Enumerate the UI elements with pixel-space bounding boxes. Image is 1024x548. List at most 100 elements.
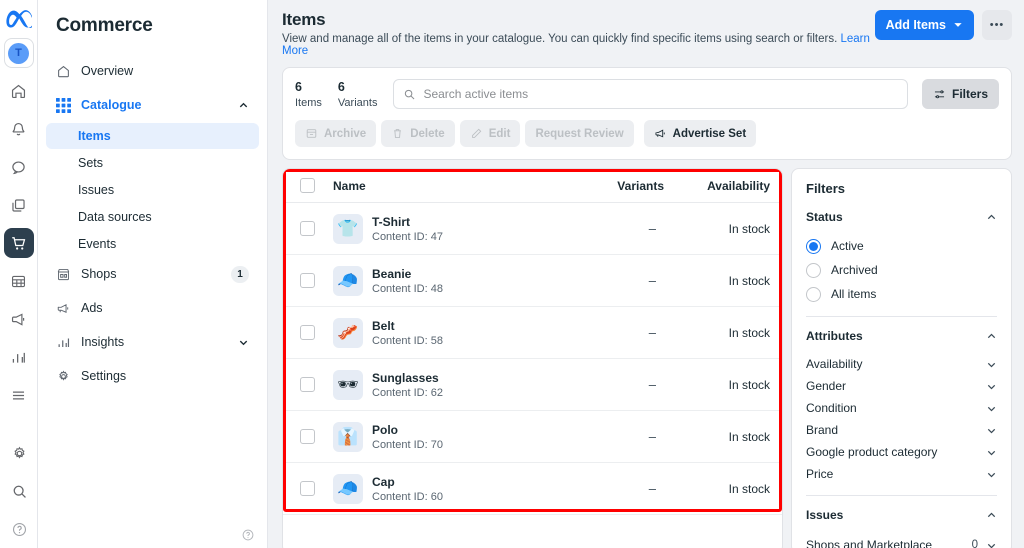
- attribute-condition-label: Condition: [806, 401, 857, 415]
- pages-icon[interactable]: [4, 190, 34, 220]
- row-name-text: Belt Content ID: 58: [372, 319, 443, 347]
- sidebar-item-events[interactable]: Events: [46, 231, 259, 257]
- issue-shops-and-marketplace[interactable]: Shops and Marketplace 0: [806, 534, 997, 548]
- row-select-cell: [283, 273, 331, 288]
- chevron-down-icon[interactable]: [986, 469, 997, 480]
- search-icon: [403, 88, 416, 101]
- chevron-down-icon[interactable]: [986, 403, 997, 414]
- help-icon[interactable]: [241, 528, 255, 542]
- menu-icon[interactable]: [4, 380, 34, 410]
- filters-attributes-section-header[interactable]: Attributes: [806, 329, 997, 343]
- megaphone-icon: [654, 127, 667, 140]
- chevron-down-icon[interactable]: [986, 381, 997, 392]
- request-review-button[interactable]: Request Review: [525, 120, 634, 147]
- add-items-button[interactable]: Add Items: [874, 10, 974, 40]
- items-count-label: Items: [295, 96, 322, 109]
- row-name-cell: 🧢 Cap Content ID: 60: [331, 473, 562, 504]
- meta-logo[interactable]: [5, 10, 32, 28]
- row-checkbox[interactable]: [299, 377, 315, 392]
- table-row[interactable]: 🧢 Cap Content ID: 60 – In stock: [283, 463, 782, 515]
- filters-status-section-header[interactable]: Status: [806, 210, 997, 224]
- sidebar-item-catalogue[interactable]: Catalogue: [46, 89, 259, 121]
- table-icon[interactable]: [4, 266, 34, 296]
- sidebar-item-sets[interactable]: Sets: [46, 150, 259, 176]
- home-icon[interactable]: [4, 76, 34, 106]
- bell-icon[interactable]: [4, 114, 34, 144]
- attribute-condition[interactable]: Condition: [806, 397, 997, 419]
- attribute-brand[interactable]: Brand: [806, 419, 997, 441]
- sidebar-item-insights[interactable]: Insights: [46, 326, 259, 358]
- attribute-price-label: Price: [806, 467, 834, 481]
- attribute-gender[interactable]: Gender: [806, 375, 997, 397]
- chevron-down-icon[interactable]: [986, 425, 997, 436]
- row-checkbox[interactable]: [299, 273, 315, 288]
- content-row: Name Variants Availability 👕 T-Shirt Con…: [282, 168, 1012, 548]
- status-option-archived[interactable]: Archived: [806, 258, 997, 282]
- sidebar-item-settings[interactable]: Settings: [46, 360, 259, 392]
- table-row[interactable]: 🥓 Belt Content ID: 58 – In stock: [283, 307, 782, 359]
- table-row[interactable]: 👔 Polo Content ID: 70 – In stock: [283, 411, 782, 463]
- row-checkbox[interactable]: [299, 325, 315, 340]
- messages-icon[interactable]: [4, 152, 34, 182]
- chevron-up-icon[interactable]: [238, 100, 249, 111]
- avatar[interactable]: T: [3, 38, 34, 68]
- table-row[interactable]: 👕 T-Shirt Content ID: 47 – In stock: [283, 203, 782, 255]
- attribute-availability-label: Availability: [806, 357, 863, 371]
- status-option-all-items[interactable]: All items: [806, 282, 997, 306]
- row-availability: In stock: [728, 221, 770, 236]
- table-row[interactable]: 🕶 Sunglasses Content ID: 62 – In stock: [283, 359, 782, 411]
- attribute-price[interactable]: Price: [806, 463, 997, 485]
- sidebar-item-events-label: Events: [78, 237, 117, 251]
- search-box[interactable]: [393, 79, 908, 109]
- column-header-availability: Availability: [707, 178, 770, 193]
- chevron-down-icon[interactable]: [986, 359, 997, 370]
- attribute-google-product-category[interactable]: Google product category: [806, 441, 997, 463]
- ads-megaphone-icon[interactable]: [4, 304, 34, 334]
- sidebar-item-shops[interactable]: Shops 1: [46, 258, 259, 290]
- search-input[interactable]: [423, 87, 898, 101]
- radio-active[interactable]: [806, 238, 821, 254]
- commerce-cart-icon[interactable]: [3, 228, 34, 258]
- delete-button[interactable]: Delete: [381, 120, 455, 147]
- delete-label: Delete: [410, 127, 445, 140]
- chevron-up-icon[interactable]: [986, 331, 997, 342]
- radio-all-items[interactable]: [806, 286, 821, 302]
- insights-bars-icon[interactable]: [4, 342, 34, 372]
- row-checkbox[interactable]: [299, 481, 315, 496]
- filters-issues-section-header[interactable]: Issues: [806, 508, 997, 522]
- gear-icon[interactable]: [4, 438, 34, 468]
- table-row[interactable]: 🧢 Beanie Content ID: 48 – In stock: [283, 255, 782, 307]
- row-variants: –: [648, 221, 656, 236]
- edit-button[interactable]: Edit: [459, 120, 521, 147]
- edit-label: Edit: [488, 127, 511, 140]
- filters-button[interactable]: Filters: [921, 79, 999, 109]
- select-all-checkbox[interactable]: [299, 178, 315, 193]
- radio-archived[interactable]: [806, 262, 821, 278]
- search-icon[interactable]: [4, 476, 34, 506]
- sidebar-item-data-sources[interactable]: Data sources: [46, 204, 259, 230]
- chevron-down-icon[interactable]: [986, 540, 997, 548]
- sidebar-item-shops-label: Shops: [81, 267, 117, 281]
- gear-icon: [59, 370, 68, 381]
- chevron-up-icon[interactable]: [986, 212, 997, 223]
- status-option-active[interactable]: Active: [806, 234, 997, 258]
- filters-attributes-heading: Attributes: [806, 329, 863, 343]
- sidebar-item-items[interactable]: Items: [46, 123, 259, 149]
- chevron-up-icon[interactable]: [986, 510, 997, 521]
- help-icon[interactable]: [4, 514, 34, 544]
- sidebar-item-overview[interactable]: Overview: [46, 55, 259, 87]
- chevron-down-icon[interactable]: [986, 447, 997, 458]
- variants-count-value: 6: [337, 79, 345, 94]
- row-checkbox[interactable]: [299, 221, 315, 236]
- chevron-down-icon[interactable]: [238, 337, 249, 348]
- attribute-availability[interactable]: Availability: [806, 353, 997, 375]
- advertise-set-button[interactable]: Advertise Set: [643, 120, 757, 147]
- more-options-button[interactable]: •••: [982, 10, 1012, 40]
- item-content-id: Content ID: 58: [372, 334, 443, 347]
- sidebar-item-ads[interactable]: Ads: [46, 292, 259, 324]
- home-icon: [58, 65, 69, 77]
- row-availability: In stock: [728, 429, 770, 444]
- sidebar-item-issues[interactable]: Issues: [46, 177, 259, 203]
- archive-button[interactable]: Archive: [295, 120, 377, 147]
- row-checkbox[interactable]: [299, 429, 315, 444]
